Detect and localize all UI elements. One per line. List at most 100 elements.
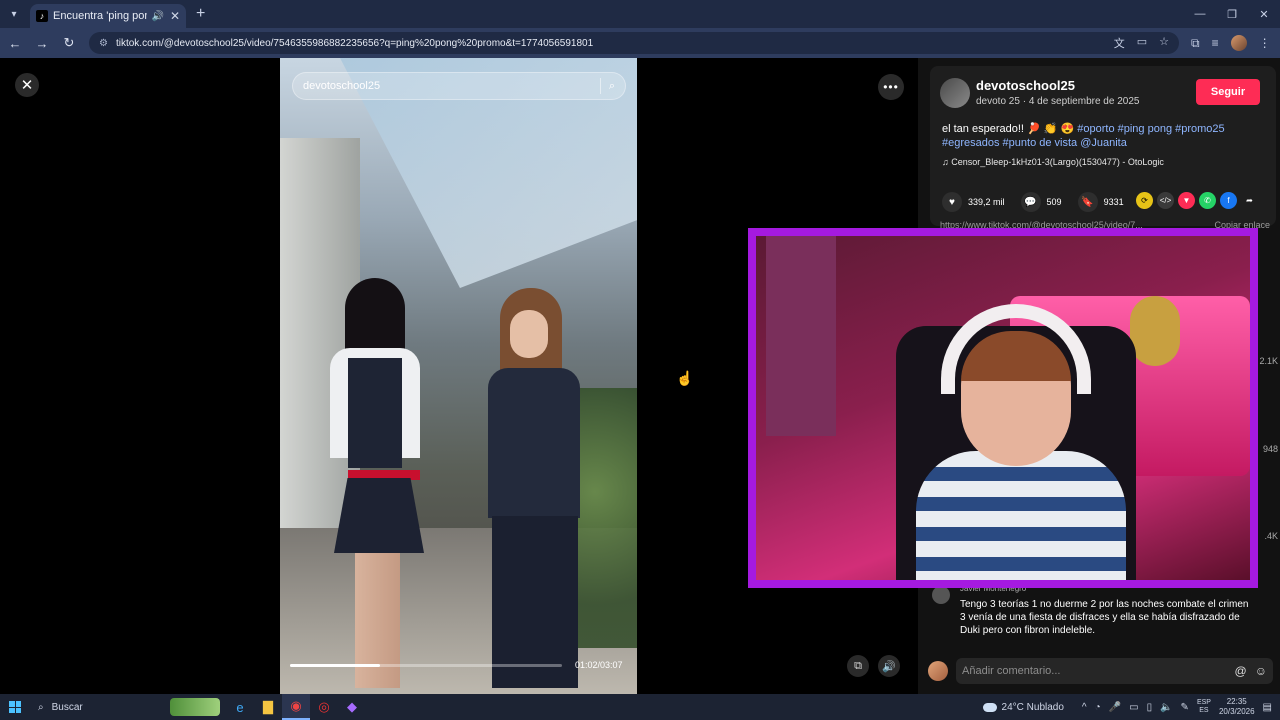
twitch-app-icon[interactable]: ◆ [338, 694, 366, 720]
floating-player-button[interactable]: ⧉ [847, 655, 869, 677]
taskbar-search[interactable]: ⌕ Buscar [30, 696, 170, 718]
browser-menu-icon[interactable]: ⋮ [1259, 36, 1271, 50]
side-count: .4K [1264, 531, 1278, 541]
search-placeholder: devotoschool25 [303, 80, 381, 92]
obs-icon[interactable]: ◎ [310, 694, 338, 720]
start-button[interactable] [0, 694, 30, 720]
tray-overflow-icon[interactable]: ^ [1082, 702, 1087, 713]
chrome-icon[interactable]: ◉ [282, 694, 310, 720]
edge-icon[interactable]: e [226, 694, 254, 720]
caption-hashtags-2[interactable]: #egresados #punto de vista @Juanita [942, 137, 1127, 149]
notifications-icon[interactable]: ▤ [1263, 702, 1272, 713]
webcam-plush-toy [1130, 296, 1180, 366]
taskbar-search-label: Buscar [51, 701, 83, 713]
browser-tab-active[interactable]: ♪ Encuentra 'ping pong prom 🔊 ✕ [30, 4, 186, 28]
mouse-cursor-icon: ☝ [676, 370, 694, 386]
translate-icon[interactable]: 文 [1114, 35, 1125, 51]
battery-icon[interactable]: ▯ [1147, 702, 1153, 713]
windows-taskbar: ⌕ Buscar e ▇ ◉ ◎ ◆ 24°C Nublado ^ ◔ 🎤 ▭ … [0, 694, 1280, 720]
extensions-icon[interactable]: ⧉ [1191, 36, 1200, 51]
video-player[interactable]: devotoschool25 ⌕ 01:02/03:07 [280, 58, 637, 694]
site-info-icon[interactable]: ⚙ [99, 38, 108, 49]
music-track[interactable]: ♫ Censor_Bleep-1kHz01-3(Largo)(1530477) … [942, 157, 1164, 167]
search-input[interactable]: devotoschool25 ⌕ [292, 72, 626, 100]
cloud-icon [982, 702, 997, 712]
cast-icon[interactable]: ▭ [1137, 35, 1147, 51]
reload-icon[interactable]: ↻ [57, 31, 81, 55]
tiktok-favicon-icon: ♪ [36, 10, 48, 22]
tab-close-icon[interactable]: ✕ [170, 9, 180, 23]
minimize-icon[interactable]: — [1184, 0, 1216, 28]
profile-avatar[interactable] [1230, 35, 1247, 51]
mention-icon[interactable]: @ [1235, 664, 1247, 678]
side-count: 948 [1262, 444, 1278, 454]
repost-icon[interactable]: ⟳ [1136, 192, 1153, 209]
microphone-icon[interactable]: 🎤 [1109, 702, 1121, 713]
display-icon[interactable]: ▭ [1129, 702, 1138, 713]
facebook-icon[interactable]: f [1220, 192, 1237, 209]
saves-count: 9331 [1103, 197, 1124, 207]
caption-hashtags[interactable]: #oporto #ping pong #promo25 [1077, 123, 1224, 135]
video-person-left [320, 278, 430, 688]
author-subtitle: devoto 25 · 4 de septiembre de 2025 [976, 96, 1140, 107]
new-tab-button[interactable]: + [196, 5, 205, 23]
windows-logo-icon [9, 701, 21, 713]
share-buttons: ⟳ </> ▼ ✆ f ➦ [1136, 192, 1258, 209]
back-arrow-icon[interactable]: ← [3, 31, 27, 55]
webcam-door [766, 236, 836, 436]
comment-text: Tengo 3 teorías 1 no duerme 2 por las no… [960, 599, 1249, 636]
weather-text: 24°C Nublado [1001, 701, 1064, 713]
post-caption: el tan esperado!! 🏓 👏 😍 #oporto #ping po… [942, 123, 1225, 149]
video-progress-fill [290, 664, 380, 667]
send-icon[interactable]: ▼ [1178, 192, 1195, 209]
video-progress-bar[interactable] [290, 664, 562, 667]
bookmark-star-icon[interactable]: ☆ [1159, 35, 1169, 51]
search-icon[interactable]: ⌕ [609, 80, 615, 93]
embed-icon[interactable]: </> [1157, 192, 1174, 209]
whatsapp-icon[interactable]: ✆ [1199, 192, 1216, 209]
window-controls: — ❐ ✕ [1184, 0, 1280, 28]
reading-list-icon[interactable]: ≡ [1212, 36, 1219, 50]
tab-title: Encuentra 'ping pong prom [53, 10, 148, 22]
speaker-icon[interactable]: 🔈 [1160, 702, 1172, 713]
volume-button[interactable]: 🔊 [878, 655, 900, 677]
address-bar[interactable]: ⚙ tiktok.com/@devotoschool25/video/75463… [89, 32, 1179, 54]
clock[interactable]: 22:35 20/3/2026 [1219, 697, 1255, 717]
forward-arrow-icon[interactable]: → [30, 31, 54, 55]
tab-search-button[interactable]: ▾ [2, 2, 26, 26]
browser-tabstrip: ▾ ♪ Encuentra 'ping pong prom 🔊 ✕ + — ❐ … [0, 0, 1280, 28]
engagement-stats: ♥ 339,2 mil 💬 509 🔖 9331 [942, 192, 1134, 212]
audio-playing-icon[interactable]: 🔊 [151, 11, 163, 22]
video-person-right [470, 288, 590, 688]
system-tray: 24°C Nublado ^ ◔ 🎤 ▭ ▯ 🔈 ✎ ESP ES 22:35 … [982, 694, 1280, 720]
comment-placeholder: Añadir comentario... [962, 665, 1061, 677]
network-icon[interactable]: ◔ [1095, 702, 1101, 713]
address-url[interactable]: tiktok.com/@devotoschool25/video/7546355… [116, 38, 1114, 49]
author-username[interactable]: devotoschool25 [976, 78, 1075, 93]
comment-input[interactable]: Añadir comentario... @ ☺ [956, 658, 1273, 684]
widgets-button[interactable] [170, 698, 220, 716]
pen-icon[interactable]: ✎ [1181, 702, 1189, 713]
file-explorer-icon[interactable]: ▇ [254, 694, 282, 720]
emoji-icon[interactable]: ☺ [1255, 664, 1267, 678]
comment-composer: Añadir comentario... @ ☺ [928, 656, 1273, 686]
comment-icon[interactable]: 💬 [1020, 192, 1041, 212]
language-indicator[interactable]: ESP ES [1197, 699, 1211, 715]
tiktok-video-page: ✕ devotoschool25 ⌕ 01:02/03:07 ••• ⧉ 🔊 ☝… [0, 58, 1280, 694]
close-video-button[interactable]: ✕ [15, 73, 39, 97]
follow-button[interactable]: Seguir [1196, 79, 1260, 105]
comments-count: 509 [1046, 197, 1062, 207]
likes-count: 339,2 mil [968, 197, 1005, 207]
weather-widget[interactable]: 24°C Nublado [982, 701, 1064, 713]
window-close-icon[interactable]: ✕ [1248, 0, 1280, 28]
bookmark-icon[interactable]: 🔖 [1077, 192, 1098, 212]
search-icon: ⌕ [38, 701, 44, 713]
commenter-avatar[interactable] [932, 586, 950, 604]
author-avatar[interactable] [940, 78, 970, 108]
share-arrow-icon[interactable]: ➦ [1241, 192, 1258, 209]
webcam-person-shirt [916, 451, 1126, 580]
browser-toolbar: ← → ↻ ⚙ tiktok.com/@devotoschool25/video… [0, 28, 1280, 58]
more-options-button[interactable]: ••• [878, 74, 904, 100]
heart-icon[interactable]: ♥ [942, 192, 962, 212]
restore-icon[interactable]: ❐ [1216, 0, 1248, 28]
